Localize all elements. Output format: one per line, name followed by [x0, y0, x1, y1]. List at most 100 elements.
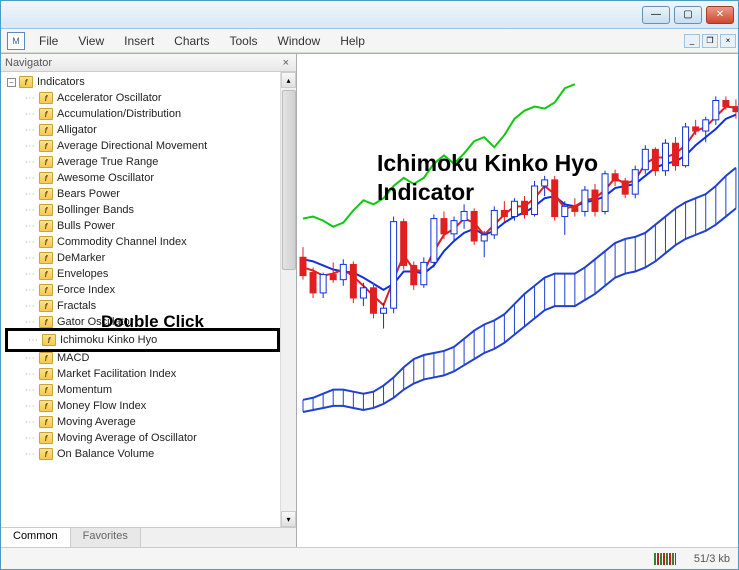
collapse-icon[interactable]: −	[7, 78, 16, 87]
tab-favorites[interactable]: Favorites	[71, 528, 141, 547]
mdi-minimize-button[interactable]: _	[684, 34, 700, 48]
indicator-label: Bollinger Bands	[57, 204, 134, 216]
indicator-label: Accelerator Oscillator	[57, 92, 162, 104]
indicator-item[interactable]: ⋯fIchimoku Kinko Hyo	[8, 332, 277, 348]
indicator-icon: f	[39, 368, 53, 380]
indicator-icon: f	[39, 204, 53, 216]
tree-root-indicators[interactable]: − f Indicators	[5, 74, 280, 90]
menu-file[interactable]: File	[29, 32, 68, 50]
scroll-thumb[interactable]	[282, 90, 296, 270]
menu-charts[interactable]: Charts	[164, 32, 219, 50]
indicator-label: Average True Range	[57, 156, 158, 168]
indicator-item[interactable]: ⋯fMomentum	[5, 382, 280, 398]
indicator-icon: f	[39, 220, 53, 232]
indicator-label: Ichimoku Kinko Hyo	[60, 334, 157, 346]
indicator-icon: f	[39, 156, 53, 168]
menu-window[interactable]: Window	[268, 32, 331, 50]
scroll-up-button[interactable]: ▴	[281, 72, 296, 88]
indicator-icon: f	[39, 236, 53, 248]
indicator-label: Alligator	[57, 124, 97, 136]
maximize-button[interactable]: ▢	[674, 6, 702, 24]
work-area: Navigator × − f Indicators ⋯fAccelerator…	[1, 53, 738, 547]
indicator-label: Awesome Oscillator	[57, 172, 154, 184]
indicator-label: Fractals	[57, 300, 96, 312]
indicator-item[interactable]: ⋯fEnvelopes	[5, 266, 280, 282]
indicator-item[interactable]: ⋯fDeMarker	[5, 250, 280, 266]
indicator-icon: f	[39, 108, 53, 120]
indicator-label: Force Index	[57, 284, 115, 296]
minimize-button[interactable]: —	[642, 6, 670, 24]
indicator-icon: f	[39, 400, 53, 412]
navigator-close-button[interactable]: ×	[280, 57, 292, 69]
indicator-label: Market Facilitation Index	[57, 368, 176, 380]
menubar: M File View Insert Charts Tools Window H…	[1, 29, 738, 53]
navigator-panel: Navigator × − f Indicators ⋯fAccelerator…	[1, 54, 297, 547]
indicator-item[interactable]: ⋯fAccumulation/Distribution	[5, 106, 280, 122]
navigator-tabs: Common Favorites	[1, 527, 296, 547]
indicator-item[interactable]: ⋯fAverage True Range	[5, 154, 280, 170]
tab-common[interactable]: Common	[1, 528, 71, 547]
indicator-item[interactable]: ⋯fMoving Average of Oscillator	[5, 430, 280, 446]
indicator-label: Money Flow Index	[57, 400, 146, 412]
indicator-item[interactable]: ⋯fAverage Directional Movement	[5, 138, 280, 154]
indicator-item[interactable]: ⋯fAwesome Oscillator	[5, 170, 280, 186]
indicator-item[interactable]: ⋯fMACD	[5, 350, 280, 366]
menu-help[interactable]: Help	[330, 32, 375, 50]
indicator-icon: f	[42, 334, 56, 346]
indicator-label: Momentum	[57, 384, 112, 396]
folder-icon: f	[19, 76, 33, 88]
indicator-icon: f	[39, 384, 53, 396]
chart-annotation-title: Ichimoku Kinko Hyo Indicator	[377, 149, 598, 207]
mdi-close-button[interactable]: ×	[720, 34, 736, 48]
indicator-icon: f	[39, 416, 53, 428]
indicator-icon: f	[39, 316, 53, 328]
indicator-item[interactable]: ⋯fBears Power	[5, 186, 280, 202]
indicator-icon: f	[39, 432, 53, 444]
double-click-annotation: Double Click	[101, 312, 204, 332]
app-icon: M	[7, 32, 25, 50]
indicator-item[interactable]: ⋯fAccelerator Oscillator	[5, 90, 280, 106]
indicator-icon: f	[39, 124, 53, 136]
tree-root-label: Indicators	[37, 76, 85, 88]
indicator-icon: f	[39, 268, 53, 280]
indicator-item[interactable]: ⋯fMoney Flow Index	[5, 398, 280, 414]
indicator-label: On Balance Volume	[57, 448, 154, 460]
indicator-label: Moving Average of Oscillator	[57, 432, 197, 444]
indicator-label: Accumulation/Distribution	[57, 108, 181, 120]
indicator-item[interactable]: ⋯fCommodity Channel Index	[5, 234, 280, 250]
indicator-item[interactable]: ⋯fOn Balance Volume	[5, 446, 280, 462]
indicator-tree[interactable]: − f Indicators ⋯fAccelerator Oscillator ⋯…	[1, 72, 280, 527]
indicator-icon: f	[39, 448, 53, 460]
statusbar: 51/3 kb	[1, 547, 738, 569]
indicator-item[interactable]: ⋯fBulls Power	[5, 218, 280, 234]
menu-insert[interactable]: Insert	[114, 32, 164, 50]
indicator-item[interactable]: ⋯fBollinger Bands	[5, 202, 280, 218]
indicator-item[interactable]: ⋯fAlligator	[5, 122, 280, 138]
titlebar: — ▢ ✕	[1, 1, 738, 29]
indicator-label: MACD	[57, 352, 89, 364]
indicator-icon: f	[39, 172, 53, 184]
indicator-label: Bulls Power	[57, 220, 115, 232]
indicator-item[interactable]: ⋯fForce Index	[5, 282, 280, 298]
indicator-icon: f	[39, 140, 53, 152]
indicator-icon: f	[39, 300, 53, 312]
mdi-restore-button[interactable]: ❐	[702, 34, 718, 48]
app-window: — ▢ ✕ M File View Insert Charts Tools Wi…	[0, 0, 739, 570]
menu-tools[interactable]: Tools	[220, 32, 268, 50]
tree-scrollbar[interactable]: ▴ ▾	[280, 72, 296, 527]
connection-icon	[654, 553, 676, 565]
close-button[interactable]: ✕	[706, 6, 734, 24]
indicator-icon: f	[39, 252, 53, 264]
indicator-label: Envelopes	[57, 268, 108, 280]
indicator-icon: f	[39, 352, 53, 364]
indicator-label: Commodity Channel Index	[57, 236, 187, 248]
scroll-down-button[interactable]: ▾	[281, 511, 296, 527]
indicator-item[interactable]: ⋯fMoving Average	[5, 414, 280, 430]
menu-view[interactable]: View	[68, 32, 114, 50]
indicator-item[interactable]: ⋯fMarket Facilitation Index	[5, 366, 280, 382]
chart-canvas	[297, 54, 738, 532]
navigator-header: Navigator ×	[1, 54, 296, 72]
indicator-icon: f	[39, 284, 53, 296]
chart-area[interactable]: Ichimoku Kinko Hyo Indicator	[297, 54, 738, 547]
navigator-title: Navigator	[5, 57, 52, 69]
